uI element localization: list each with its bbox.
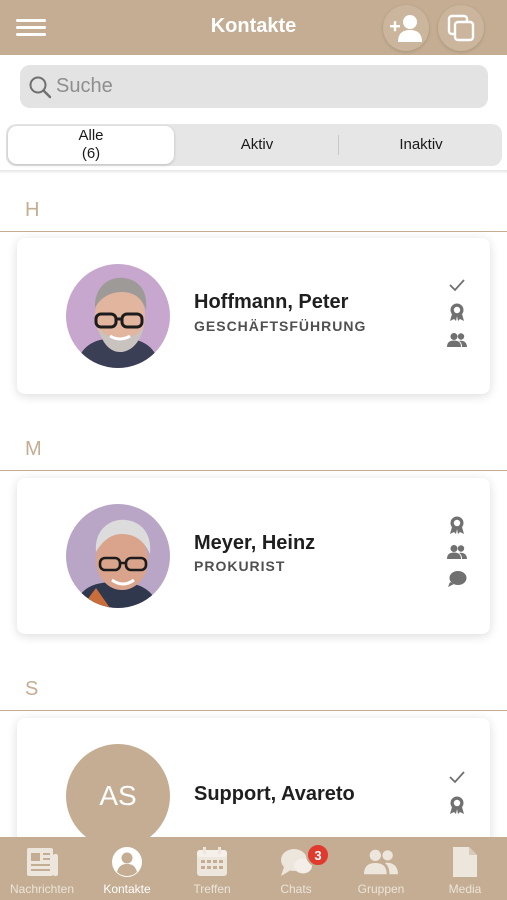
segment-divider <box>338 135 339 155</box>
add-contact-button[interactable] <box>383 5 429 51</box>
avatar-initials: AS <box>66 744 170 848</box>
group-icon <box>447 542 467 562</box>
tab-chats[interactable]: 3 Chats <box>254 837 338 900</box>
contact-name: Hoffmann, Peter <box>194 291 349 313</box>
tab-treffen[interactable]: Treffen <box>170 837 254 900</box>
copy-icon <box>447 14 475 42</box>
avatar-photo <box>66 504 170 608</box>
tab-label: Kontakte <box>103 882 151 896</box>
tab-label: Treffen <box>193 882 231 896</box>
check-icon <box>447 275 467 295</box>
tab-inaktiv-label: Inaktiv <box>399 136 443 153</box>
tab-nachrichten[interactable]: Nachrichten <box>0 837 84 900</box>
tab-inaktiv[interactable]: Inaktiv <box>340 124 502 166</box>
contact-card-hoffmann[interactable]: Hoffmann, Peter GESCHÄFTSFÜHRUNG <box>17 238 490 394</box>
tab-alle[interactable]: Alle (6) <box>8 126 174 164</box>
tab-aktiv[interactable]: Aktiv <box>176 124 338 166</box>
filter-segmented-control: Alle (6) Aktiv Inaktiv <box>6 124 502 166</box>
tab-label: Nachrichten <box>9 882 75 896</box>
section-divider <box>0 231 507 232</box>
page-title: Kontakte <box>210 15 297 37</box>
award-icon <box>447 302 467 322</box>
search-icon <box>29 76 52 99</box>
avatar-photo <box>66 264 170 368</box>
tab-label: Gruppen <box>357 882 405 896</box>
tab-alle-count: (6) <box>81 145 101 162</box>
tab-gruppen[interactable]: Gruppen <box>339 837 423 900</box>
tab-aktiv-label: Aktiv <box>240 136 274 153</box>
bottom-tab-bar: Nachrichten Kontakte Treffen 3 Chats Gru… <box>0 837 507 900</box>
contact-name: Meyer, Heinz <box>194 532 316 554</box>
section-divider <box>0 470 507 471</box>
search-area <box>0 55 507 118</box>
group-icon <box>364 845 398 879</box>
check-icon <box>447 767 467 787</box>
award-icon <box>447 795 467 815</box>
contact-name: Support, Avareto <box>194 783 355 805</box>
contacts-screen: Kontakte Alle <box>0 0 507 900</box>
award-icon <box>447 515 467 535</box>
newspaper-icon <box>25 845 59 879</box>
document-icon <box>448 845 482 879</box>
group-icon <box>447 330 467 350</box>
contact-icon <box>110 845 144 879</box>
contact-role: PROKURIST <box>194 558 286 574</box>
avatar <box>66 264 170 368</box>
section-header-h: H <box>25 199 40 221</box>
unread-badge: 3 <box>306 843 330 867</box>
section-header-s: S <box>25 678 39 700</box>
tab-kontakte[interactable]: Kontakte <box>85 837 169 900</box>
tab-label: Media <box>448 882 482 896</box>
search-input[interactable] <box>56 71 476 102</box>
section-divider <box>0 710 507 711</box>
search-box <box>20 65 488 108</box>
tab-alle-label: Alle <box>78 127 104 144</box>
add-user-icon <box>390 15 422 42</box>
copy-button[interactable] <box>438 5 484 51</box>
tab-media[interactable]: Media <box>423 837 507 900</box>
contact-role: GESCHÄFTSFÜHRUNG <box>194 318 367 334</box>
header-bar: Kontakte <box>0 0 507 55</box>
tab-label: Chats <box>280 882 312 896</box>
chat-icon <box>447 569 467 589</box>
contact-card-meyer[interactable]: Meyer, Heinz PROKURIST <box>17 478 490 634</box>
calendar-icon <box>195 845 229 879</box>
avatar <box>66 504 170 608</box>
list-top-shadow <box>0 170 507 174</box>
section-header-m: M <box>25 438 42 460</box>
